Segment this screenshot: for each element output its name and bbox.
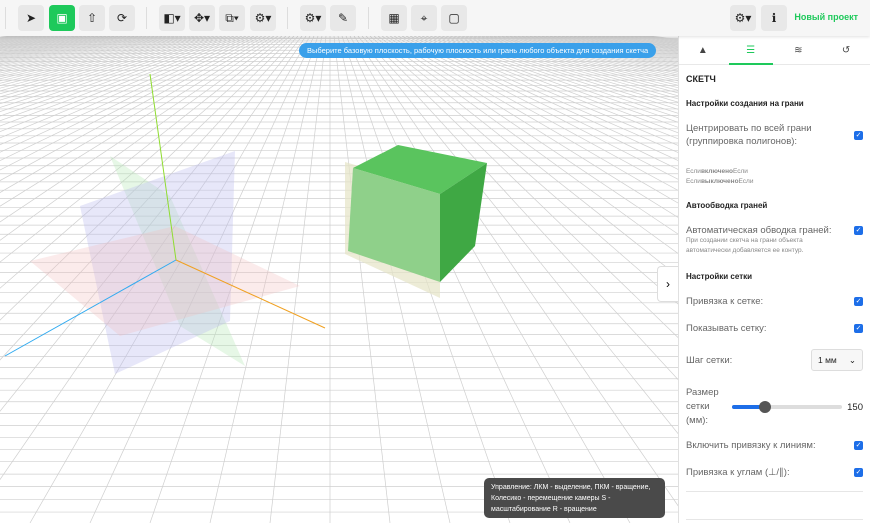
extrude-button[interactable]: ⇧ (79, 5, 105, 31)
tab-settings[interactable]: ☰ (727, 36, 775, 65)
snap-angles-label: Привязка к углам (⊥/∥): (686, 467, 790, 478)
snap-angles-checkbox[interactable]: ✓ (854, 468, 863, 477)
gear-icon: ⚙▾ (734, 11, 752, 25)
snap-grid-checkbox[interactable]: ✓ (854, 297, 863, 306)
history-icon: ↺ (841, 44, 851, 56)
settings-menu-button[interactable]: ⚙▾ (300, 5, 326, 31)
snap-lines-row: Включить привязку к линиям: ✓ (686, 440, 863, 451)
shapes-icon: ◧▾ (163, 11, 181, 25)
3d-viewport[interactable]: Выберите базовую плоскость, рабочую плос… (0, 36, 678, 523)
refresh-icon: ⟳ (116, 11, 128, 25)
tab-layers[interactable]: ≋ (775, 36, 823, 64)
divider (686, 491, 863, 492)
app-settings-button[interactable]: ⚙▾ (730, 5, 756, 31)
collapse-panel-button[interactable]: › (657, 266, 678, 302)
show-grid-row: Показывать сетку: ✓ (686, 323, 863, 334)
grid-size-label: Размер сетки (мм): (686, 387, 719, 426)
properties-panel: ▲ ☰ ≋ ↺ СКЕТЧ Настройки создания на гран… (678, 36, 870, 523)
chevron-down-icon: ⌄ (848, 354, 856, 365)
grid-size-row: Размер сетки (мм): 150 (686, 386, 863, 428)
info-icon: ℹ (771, 11, 777, 25)
boolean-menu-button[interactable]: ◧▾ (159, 5, 185, 31)
panel-tabs: ▲ ☰ ≋ ↺ (679, 36, 870, 65)
cursor-icon: ➤ (25, 11, 37, 25)
chevron-right-icon: › (666, 277, 670, 291)
grid-button[interactable]: ▦ (381, 5, 407, 31)
crosshair-icon: ⌖ (420, 10, 428, 25)
copy-menu-button[interactable]: ⧉▾ (219, 5, 245, 31)
layers-icon: ≋ (794, 44, 803, 56)
snap-lines-checkbox[interactable]: ✓ (854, 441, 863, 450)
refresh-button[interactable]: ⟳ (109, 5, 135, 31)
grid-icon: ▦ (388, 11, 400, 25)
move-menu-button[interactable]: ✥▾ (189, 5, 215, 31)
snap-grid-row: Привязка к сетке: ✓ (686, 296, 863, 307)
outline-label: Автоматическая обводка граней: (686, 225, 832, 236)
measure-button[interactable]: ✎ (330, 5, 356, 31)
grid-size-value: 150 (847, 401, 863, 413)
grid-size-slider[interactable] (731, 401, 842, 413)
tab-objects[interactable]: ▲ (679, 36, 727, 64)
slider-handle[interactable] (758, 401, 771, 413)
divider (686, 519, 863, 520)
divider (5, 7, 6, 29)
auto-outline-row: Автоматическая обводка граней: ✓ (686, 225, 863, 236)
divider (368, 7, 369, 29)
snap-lines-label: Включить привязку к линиям: (686, 440, 816, 451)
face-section-heading: Настройки создания на грани (686, 99, 804, 108)
grid-step-label: Шаг сетки: (686, 354, 733, 366)
move-icon: ✥▾ (193, 11, 211, 25)
center-on-face-row: Центрировать по всей грани (группировка … (686, 122, 863, 148)
ruler-icon: ✎ (337, 11, 349, 25)
select-tool-button[interactable]: ➤ (18, 5, 44, 31)
grid-section-heading: Настройки сетки (686, 272, 753, 281)
info-button[interactable]: ℹ (761, 5, 787, 31)
outline-section-heading: Автообводка граней (686, 201, 768, 210)
project-name[interactable]: Новый проект (794, 12, 858, 22)
grid-step-row: Шаг сетки: 1 мм ⌄ (686, 349, 863, 371)
center-checkbox[interactable]: ✓ (854, 130, 863, 140)
snap-grid-label: Привязка к сетке: (686, 296, 764, 307)
grid-step-select[interactable]: 1 мм ⌄ (811, 349, 863, 371)
square-icon: ▢ (448, 11, 460, 25)
hint-banner: Выберите базовую плоскость, рабочую плос… (299, 43, 657, 58)
center-label: Центрировать по всей грани (группировка … (686, 123, 812, 147)
sketch-tool-button[interactable]: ▣ (49, 5, 75, 31)
copy-icon: ⧉▾ (225, 10, 239, 25)
if-enabled-note: ЕсливключеноЕсли ЕсливыключеноЕсли (686, 168, 754, 185)
show-grid-label: Показывать сетку: (686, 323, 767, 334)
outline-checkbox[interactable]: ✓ (854, 226, 863, 235)
arrow-up-icon: ⇧ (86, 11, 98, 25)
center-button[interactable]: ⌖ (411, 5, 437, 31)
gears-icon: ⚙▾ (254, 11, 272, 25)
panel-title: СКЕТЧ (686, 74, 716, 84)
outline-description: При создании скетча на грани объекта авт… (686, 237, 804, 254)
snap-angles-row: Привязка к углам (⊥/∥): ✓ (686, 467, 863, 478)
controls-tooltip: Управление: ЛКМ - выделение, ПКМ - враще… (484, 478, 665, 518)
show-grid-checkbox[interactable]: ✓ (854, 324, 863, 333)
tab-history[interactable]: ↺ (822, 36, 870, 64)
gear-icon: ⚙▾ (304, 11, 322, 25)
frame-button[interactable]: ▢ (441, 5, 467, 31)
sliders-icon: ☰ (746, 44, 756, 56)
scene (0, 36, 678, 523)
divider (287, 7, 288, 29)
settings-group-menu-button[interactable]: ⚙▾ (250, 5, 276, 31)
shapes-icon: ▲ (697, 44, 708, 56)
sketch-icon: ▣ (56, 11, 68, 25)
divider (146, 7, 147, 29)
toolbar: ➤ ▣ ⇧ ⟳ ◧▾ ✥▾ ⧉▾ ⚙▾ ⚙▾ ✎ ▦ ⌖ ▢ ⚙▾ ℹ Новы… (0, 0, 870, 36)
